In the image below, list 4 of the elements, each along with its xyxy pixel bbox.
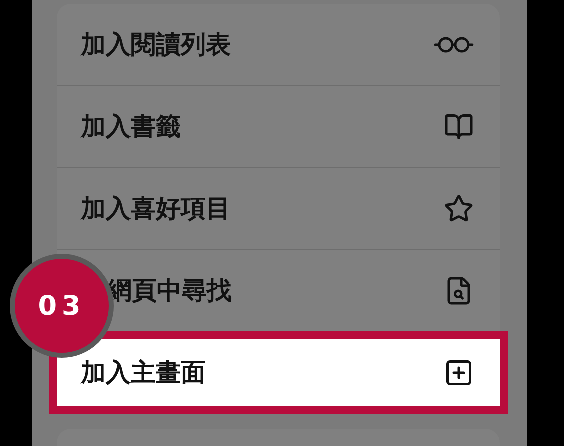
menu-item-label: 加入主畫面	[81, 357, 206, 389]
menu-item-label: 加入書籤	[81, 111, 181, 143]
menu-item-label: 加入閱讀列表	[81, 29, 231, 61]
menu-item-label: 加入喜好項目	[81, 193, 231, 225]
